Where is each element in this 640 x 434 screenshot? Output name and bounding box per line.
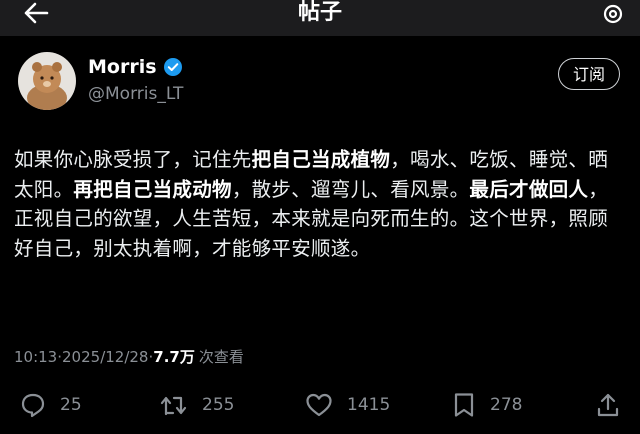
reply-icon — [21, 393, 45, 418]
page-title: 帖子 — [297, 0, 342, 25]
post-text-segment: ，散步、遛弯儿、看风景。 — [231, 177, 470, 201]
post-time: 10:13 — [14, 347, 58, 366]
reply-count: 25 — [60, 395, 82, 415]
author-handle[interactable]: @Morris_LT — [88, 84, 183, 104]
post-text-bold: 最后才做回人 — [469, 177, 589, 201]
like-count: 1415 — [347, 395, 391, 415]
bookmark-count: 278 — [490, 395, 523, 415]
heart-icon — [306, 393, 332, 417]
bookmark-button[interactable]: 278 — [452, 392, 522, 418]
like-button[interactable]: 1415 — [305, 392, 390, 418]
repost-count: 255 — [202, 395, 235, 415]
bookmark-icon — [454, 393, 474, 417]
post-text-segment: 如果你心脉受损了，记住先 — [14, 148, 252, 171]
post-text-bold: 再把自己当成动物 — [73, 177, 232, 201]
reply-button[interactable]: 25 — [20, 392, 82, 418]
settings-icon — [603, 4, 623, 24]
subscribe-button[interactable]: 订阅 — [557, 58, 620, 90]
post-text: 如果你心脉受损了，记住先把自己当成植物，喝水、吃饭、睡觉、晒太阳。再把自己当成动… — [14, 145, 626, 263]
post-text-bold: 把自己当成植物 — [251, 148, 391, 171]
view-count: 7.7万 — [153, 348, 195, 366]
share-button[interactable] — [596, 392, 634, 418]
verified-badge-icon — [163, 58, 182, 76]
repost-icon — [160, 396, 187, 416]
settings-button[interactable] — [600, 2, 626, 26]
top-bar: 帖子 — [0, 0, 640, 36]
avatar-image — [18, 52, 76, 110]
share-icon — [597, 393, 619, 417]
author-name[interactable]: Morris — [88, 56, 157, 78]
repost-button[interactable]: 255 — [160, 392, 234, 418]
post-meta: 10:13 · 2025/12/28 · 7.7万 次查看 — [14, 346, 244, 367]
post-date: 2025/12/28 — [62, 347, 149, 366]
author-name-row: Morris — [88, 56, 183, 78]
action-bar: 25 255 1415 278 — [0, 392, 640, 422]
view-label: 次查看 — [198, 348, 244, 366]
avatar[interactable] — [18, 52, 76, 110]
